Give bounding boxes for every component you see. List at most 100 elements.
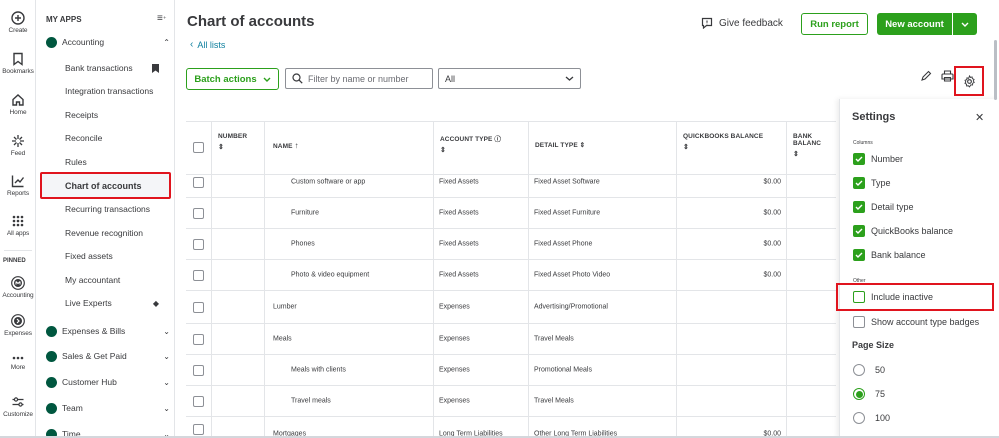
column-number-checkbox[interactable]: Number — [853, 153, 903, 165]
rail-feed[interactable]: Feed — [0, 134, 36, 157]
edit-icon[interactable] — [920, 70, 932, 82]
batch-actions-label: Batch actions — [194, 73, 257, 85]
sidebar-item-rules[interactable]: Rules — [65, 152, 169, 172]
sidebar-item-live-experts[interactable]: Live Experts ◆ — [65, 293, 169, 313]
sidebar-item-bank-transactions[interactable]: Bank transactions — [65, 58, 169, 78]
chevron-down-icon: ⌄ — [163, 351, 170, 361]
page-size-100-radio[interactable]: 100 — [853, 412, 890, 424]
header-label: ACCOUNT TYPE — [440, 136, 493, 143]
row-name: Custom software or app — [291, 178, 366, 186]
header-number[interactable]: NUMBER ⇕ — [218, 133, 247, 151]
new-account-button[interactable]: New account — [877, 13, 977, 35]
rail-bookmarks[interactable]: Bookmarks — [0, 52, 36, 75]
table-row[interactable]: Furniture Fixed Assets Fixed Asset Furni… — [186, 198, 836, 229]
chevron-down-icon: ⌄ — [163, 377, 170, 387]
column-detail-type-checkbox[interactable]: Detail type — [853, 201, 914, 213]
pinned-label: PINNED — [3, 258, 26, 264]
accounting-icon — [11, 276, 25, 290]
rail-label: Home — [9, 109, 27, 116]
row-checkbox[interactable] — [193, 239, 204, 250]
column-bank-balance-checkbox[interactable]: Bank balance — [853, 249, 926, 261]
all-lists-link[interactable]: ‹ All lists — [190, 39, 225, 50]
row-checkbox[interactable] — [193, 396, 204, 407]
section-team[interactable]: Team ⌄ — [46, 399, 170, 417]
header-detail-type[interactable]: DETAIL TYPE ⇕ — [535, 141, 585, 149]
table-row[interactable]: Lumber Expenses Advertising/Promotional — [186, 291, 836, 324]
radio-circle — [853, 388, 865, 400]
section-accounting[interactable]: Accounting ⌃ — [46, 33, 170, 51]
settings-gear-button[interactable] — [954, 66, 984, 96]
chevron-down-icon[interactable] — [952, 13, 977, 35]
sidebar-item-receipts[interactable]: Receipts — [65, 105, 169, 125]
table-row[interactable]: Custom software or app Fixed Assets Fixe… — [186, 167, 836, 198]
row-detail-type: Promotional Meals — [534, 366, 592, 374]
give-feedback-button[interactable]: Give feedback — [701, 17, 783, 29]
sidebar-item-chart-of-accounts[interactable]: Chart of accounts — [40, 172, 171, 199]
rail-customize[interactable]: Customize — [0, 395, 36, 418]
sidebar-item-my-accountant[interactable]: My accountant — [65, 270, 169, 290]
rail-divider — [4, 250, 32, 251]
rail-reports[interactable]: Reports — [0, 174, 36, 197]
sidebar-item-revenue-recognition[interactable]: Revenue recognition — [65, 223, 169, 243]
row-checkbox[interactable] — [193, 208, 204, 219]
column-type-checkbox[interactable]: Type — [853, 177, 891, 189]
sort-icon: ⇕ — [218, 144, 224, 151]
close-icon[interactable]: ✕ — [975, 111, 984, 124]
header-name[interactable]: NAME ↑ — [273, 141, 299, 150]
checkmark-icon — [853, 201, 865, 213]
batch-actions-button[interactable]: Batch actions — [186, 68, 279, 90]
left-rail: Create Bookmarks Home Feed Reports All a… — [0, 0, 36, 438]
section-sales-get-paid[interactable]: Sales & Get Paid ⌄ — [46, 347, 170, 365]
section-expenses-bills[interactable]: Expenses & Bills ⌄ — [46, 322, 170, 340]
row-name: Furniture — [291, 209, 320, 217]
bookmark-filled-icon — [152, 63, 159, 73]
include-inactive-checkbox[interactable]: Include inactive — [853, 291, 933, 303]
rail-home[interactable]: Home — [0, 93, 36, 116]
section-customer-hub[interactable]: Customer Hub ⌄ — [46, 373, 170, 391]
row-balance: $0.00 — [763, 178, 781, 186]
row-checkbox[interactable] — [193, 424, 204, 435]
row-account-type: Fixed Assets — [439, 271, 479, 279]
page-size-75-radio[interactable]: 75 — [853, 388, 885, 400]
select-all-checkbox[interactable] — [193, 142, 204, 153]
table-row[interactable]: Photo & video equipment Fixed Assets Fix… — [186, 260, 836, 291]
table-row[interactable]: Phones Fixed Assets Fixed Asset Phone $0… — [186, 229, 836, 260]
sidebar-item-recurring-transactions[interactable]: Recurring transactions — [65, 199, 169, 219]
account-filter-select[interactable]: All — [438, 68, 581, 89]
rail-create[interactable]: Create — [0, 11, 36, 34]
table-row[interactable]: Meals with clients Expenses Promotional … — [186, 355, 836, 386]
run-report-button[interactable]: Run report — [801, 13, 868, 35]
sidebar-item-integration-transactions[interactable]: Integration transactions — [65, 81, 169, 101]
sidebar-item-fixed-assets[interactable]: Fixed assets — [65, 246, 169, 266]
header-quickbooks-balance[interactable]: QUICKBOOKS BALANCE ⇕ — [683, 133, 763, 151]
row-checkbox[interactable] — [193, 365, 204, 376]
rail-all-apps[interactable]: All apps — [0, 214, 36, 237]
diamond-icon: ◆ — [152, 298, 159, 308]
search-input[interactable] — [308, 73, 426, 84]
collapse-menu-icon[interactable]: ≡⁺ — [157, 13, 167, 24]
row-checkbox[interactable] — [193, 334, 204, 345]
row-checkbox[interactable] — [193, 270, 204, 281]
rail-more[interactable]: More — [0, 354, 36, 371]
column-quickbooks-balance-checkbox[interactable]: QuickBooks balance — [853, 225, 953, 237]
rail-accounting[interactable]: Accounting — [0, 276, 36, 299]
section-label: Customer Hub — [62, 377, 117, 387]
page-scrollbar[interactable] — [994, 40, 997, 100]
row-checkbox[interactable] — [193, 302, 204, 313]
row-checkbox[interactable] — [193, 177, 204, 188]
print-icon[interactable] — [941, 70, 954, 82]
sidebar-item-reconcile[interactable]: Reconcile — [65, 128, 169, 148]
row-detail-type: Travel Meals — [534, 335, 574, 343]
table-row[interactable]: Mortgages Long Term Liabilities Other Lo… — [186, 417, 836, 438]
run-report-label: Run report — [810, 18, 859, 30]
search-field[interactable] — [285, 68, 433, 89]
show-account-type-badges-checkbox[interactable]: Show account type badges — [853, 316, 979, 328]
page-size-50-radio[interactable]: 50 — [853, 364, 885, 376]
header-account-type[interactable]: ACCOUNT TYPE ⓘ ⇕ — [440, 133, 501, 154]
sort-icon: ⇕ — [579, 142, 586, 149]
header-bank-balance[interactable]: BANK BALANC ⇕ — [793, 133, 836, 158]
table-row[interactable]: Meals Expenses Travel Meals — [186, 324, 836, 355]
rail-expenses[interactable]: Expenses — [0, 314, 36, 337]
rail-label: Create — [8, 27, 28, 34]
table-row[interactable]: Travel meals Expenses Travel Meals — [186, 386, 836, 417]
